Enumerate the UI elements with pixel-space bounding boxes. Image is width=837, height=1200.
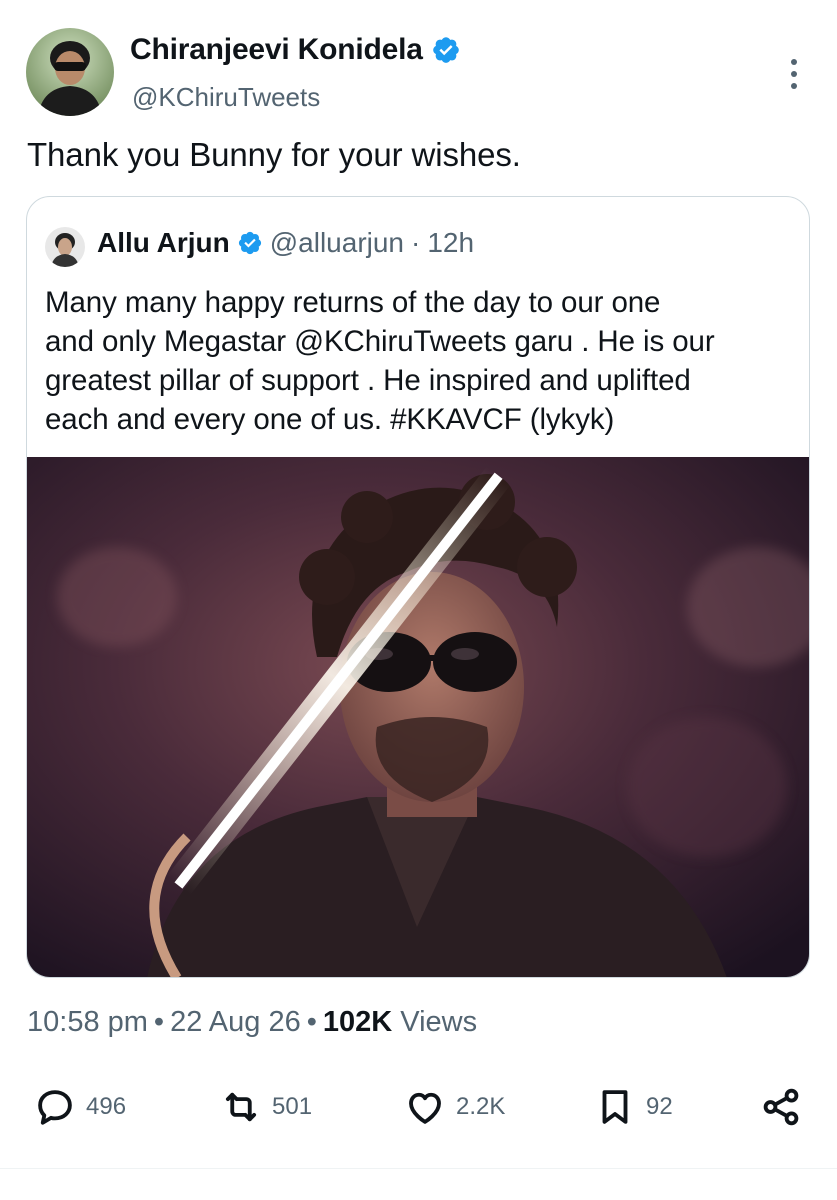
repost-button[interactable]: 501 xyxy=(220,1086,312,1128)
quoted-text-line: each and every one of us. #KKAVCF (lykyk… xyxy=(45,403,615,436)
tweet-date[interactable]: 22 Aug 26 xyxy=(170,1006,301,1038)
bookmark-count: 92 xyxy=(646,1093,673,1120)
more-options-icon[interactable] xyxy=(784,56,804,92)
verified-badge-icon xyxy=(238,231,261,255)
reply-icon xyxy=(38,1090,72,1125)
quoted-author-name[interactable]: Allu Arjun xyxy=(97,227,230,259)
share-icon xyxy=(763,1088,799,1126)
like-button[interactable]: 2.2K xyxy=(404,1086,505,1128)
quoted-separator-dot: · xyxy=(411,227,421,258)
divider xyxy=(0,1168,837,1169)
quoted-tweet-photo[interactable] xyxy=(27,457,809,977)
meta-separator: • xyxy=(153,1006,165,1038)
views-count[interactable]: 102K xyxy=(323,1006,392,1038)
quoted-author-handle[interactable]: @alluarjun xyxy=(270,227,404,259)
meta-separator: • xyxy=(306,1006,317,1038)
views-label[interactable]: Views xyxy=(400,1006,477,1038)
tweet-text: Thank you Bunny for your wishes. xyxy=(27,136,521,173)
tweet-meta: 10:58 pm • 22 Aug 26 • 102K Views xyxy=(27,1006,477,1039)
quoted-timestamp[interactable]: 12h xyxy=(427,227,474,259)
reply-count: 496 xyxy=(86,1093,127,1120)
share-button[interactable] xyxy=(760,1086,802,1128)
quoted-text-line: and only Megastar @KChiruTweets garu . H… xyxy=(45,325,715,358)
like-count: 2.2K xyxy=(456,1093,506,1120)
quoted-tweet-card[interactable]: Allu Arjun @alluarjun · 12h Many many ha… xyxy=(26,196,810,978)
reply-button[interactable]: 496 xyxy=(34,1086,126,1128)
quoted-text-line: Many many happy returns of the day to ou… xyxy=(45,286,661,319)
verified-badge-icon xyxy=(432,37,459,63)
quoted-text-line: greatest pillar of support . He inspired… xyxy=(45,364,691,397)
quoted-author-avatar[interactable] xyxy=(45,227,85,267)
tweet-time[interactable]: 10:58 pm xyxy=(27,1006,148,1038)
repost-icon xyxy=(225,1092,257,1122)
bookmark-button[interactable]: 92 xyxy=(594,1086,673,1128)
author-handle[interactable]: @KChiruTweets xyxy=(132,82,320,113)
action-bar: 496 501 2.2K 92 xyxy=(0,1080,837,1140)
quoted-tweet-text: Many many happy returns of the day to ou… xyxy=(45,283,805,439)
bookmark-icon xyxy=(602,1090,628,1124)
author-name[interactable]: Chiranjeevi Konidela xyxy=(130,33,423,67)
repost-count: 501 xyxy=(272,1093,313,1120)
author-avatar[interactable] xyxy=(26,28,114,116)
like-icon xyxy=(409,1092,441,1124)
